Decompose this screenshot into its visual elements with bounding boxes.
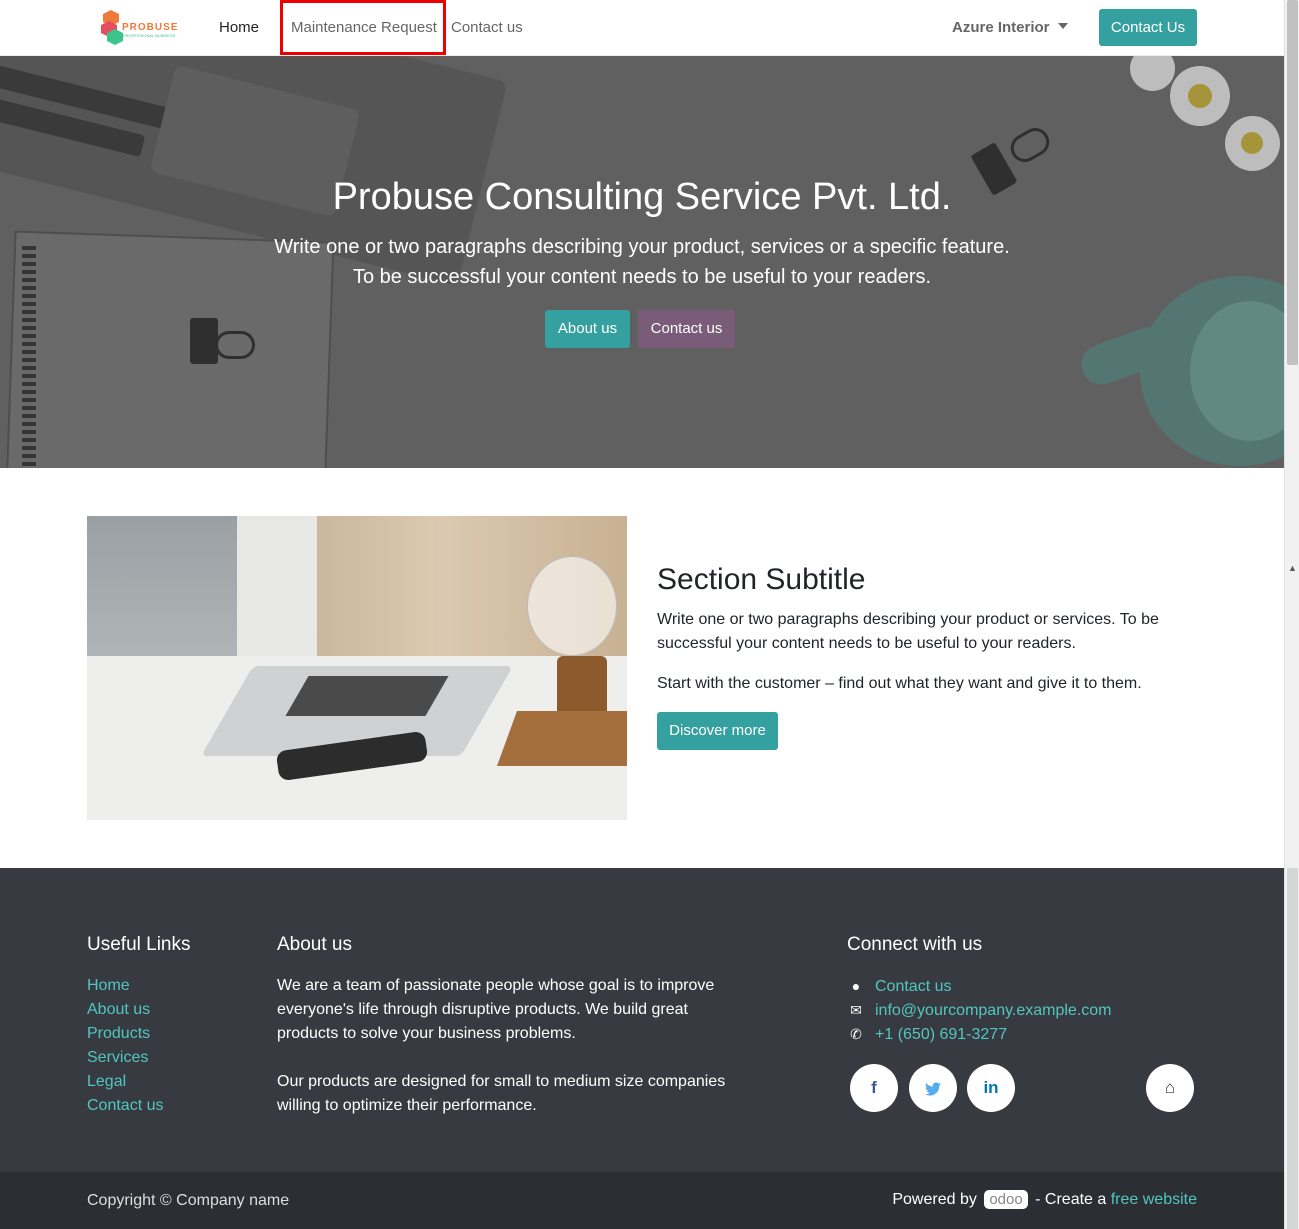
footer-connect-phone[interactable]: ✆ +1 (650) 691-3277 <box>847 1022 1112 1046</box>
section-subtitle: Section Subtitle <box>657 563 866 596</box>
footer-link-contact-us[interactable]: Contact us <box>87 1094 163 1118</box>
section-paragraph-1: Write one or two paragraphs describing y… <box>657 611 1159 652</box>
odoo-logo-badge[interactable]: odoo <box>984 1190 1028 1209</box>
linkedin-icon[interactable]: in <box>967 1064 1015 1112</box>
footer: Useful Links Home About us Products Serv… <box>0 868 1284 1172</box>
hero-about-us-button[interactable]: About us <box>545 310 630 348</box>
footer-about-paragraph-1: We are a team of passionate people whose… <box>277 977 715 1042</box>
home-icon[interactable]: ⌂ <box>1146 1064 1194 1112</box>
footer-connect-list: ● Contact us ✉ info@yourcompany.example.co… <box>847 974 1112 1046</box>
image-laptop-keys <box>285 676 449 716</box>
image-lamp-base <box>496 711 627 766</box>
page-scrollbar[interactable]: ▲ <box>1284 0 1299 1229</box>
facebook-icon[interactable]: f <box>850 1064 898 1112</box>
footer-link-products[interactable]: Products <box>87 1022 163 1046</box>
scrollbar-thumb[interactable] <box>1287 0 1298 365</box>
footer-link-about-us[interactable]: About us <box>87 998 163 1022</box>
hero-title: Probuse Consulting Service Pvt. Ltd. <box>332 176 952 218</box>
copyright-bar: Copyright © Company name Powered by odoo… <box>0 1172 1284 1229</box>
powered-by: Powered by odoo - Create a free website <box>892 1190 1197 1209</box>
svg-text:PROBUSE: PROBUSE <box>122 22 177 33</box>
footer-useful-links-list: Home About us Products Services Legal Co… <box>87 974 163 1118</box>
svg-text:PROFESSIONAL BUSINESS: PROFESSIONAL BUSINESS <box>123 33 176 38</box>
footer-about-paragraph-2: Our products are designed for small to m… <box>277 1073 726 1114</box>
company-dropdown[interactable]: Azure Interior <box>952 19 1068 36</box>
footer-link-services[interactable]: Services <box>87 1046 163 1070</box>
company-dropdown-label: Azure Interior <box>952 19 1050 36</box>
hero-description-line-1: Write one or two paragraphs describing y… <box>274 236 1010 258</box>
footer-connect-email[interactable]: ✉ info@yourcompany.example.com <box>847 998 1112 1022</box>
image-bulb <box>527 556 617 656</box>
nav-home-link[interactable]: Home <box>219 19 259 36</box>
powered-by-label: Powered by <box>892 1191 977 1208</box>
hero-overlay <box>0 56 1284 468</box>
footer-connect-contact[interactable]: ● Contact us <box>847 974 1112 998</box>
footer-link-home[interactable]: Home <box>87 974 163 998</box>
section-paragraph-2: Start with the customer – find out what … <box>657 675 1142 692</box>
highlight-annotation-box <box>280 0 446 55</box>
image-lamp-socket <box>557 656 607 716</box>
footer-connect-contact-label: Contact us <box>875 978 952 995</box>
scroll-up-arrow-icon[interactable]: ▲ <box>1288 563 1297 573</box>
footer-useful-links-heading: Useful Links <box>87 934 191 955</box>
comment-icon: ● <box>851 978 861 994</box>
phone-icon: ✆ <box>850 1026 862 1042</box>
envelope-icon: ✉ <box>850 1002 862 1018</box>
footer-connect-heading: Connect with us <box>847 934 983 955</box>
twitter-icon[interactable] <box>909 1064 957 1112</box>
footer-about-text: We are a team of passionate people whose… <box>277 974 727 1118</box>
footer-connect-phone-label: +1 (650) 691-3277 <box>875 1026 1008 1043</box>
footer-connect-email-label: info@yourcompany.example.com <box>875 1002 1112 1019</box>
create-a-label: - Create a <box>1035 1191 1107 1208</box>
free-website-link[interactable]: free website <box>1111 1191 1197 1208</box>
nav-contact-link[interactable]: Contact us <box>451 19 523 36</box>
contact-us-cta-button[interactable]: Contact Us <box>1099 9 1197 46</box>
hero-contact-us-button[interactable]: Contact us <box>638 310 735 348</box>
copyright-text: Copyright © Company name <box>87 1192 290 1209</box>
company-logo[interactable]: PROBUSE PROFESSIONAL BUSINESS <box>99 8 177 48</box>
hero-description-line-2: To be successful your content needs to b… <box>352 266 932 288</box>
section-image <box>87 516 627 820</box>
scrollbar-track-lower <box>1287 868 1298 1229</box>
top-navbar: PROBUSE PROFESSIONAL BUSINESS Home Maint… <box>0 0 1284 56</box>
footer-about-heading: About us <box>277 934 352 955</box>
discover-more-button[interactable]: Discover more <box>657 712 778 750</box>
caret-down-icon <box>1057 23 1068 29</box>
hero-banner: Probuse Consulting Service Pvt. Ltd. Wri… <box>0 56 1284 468</box>
footer-link-legal[interactable]: Legal <box>87 1070 163 1094</box>
